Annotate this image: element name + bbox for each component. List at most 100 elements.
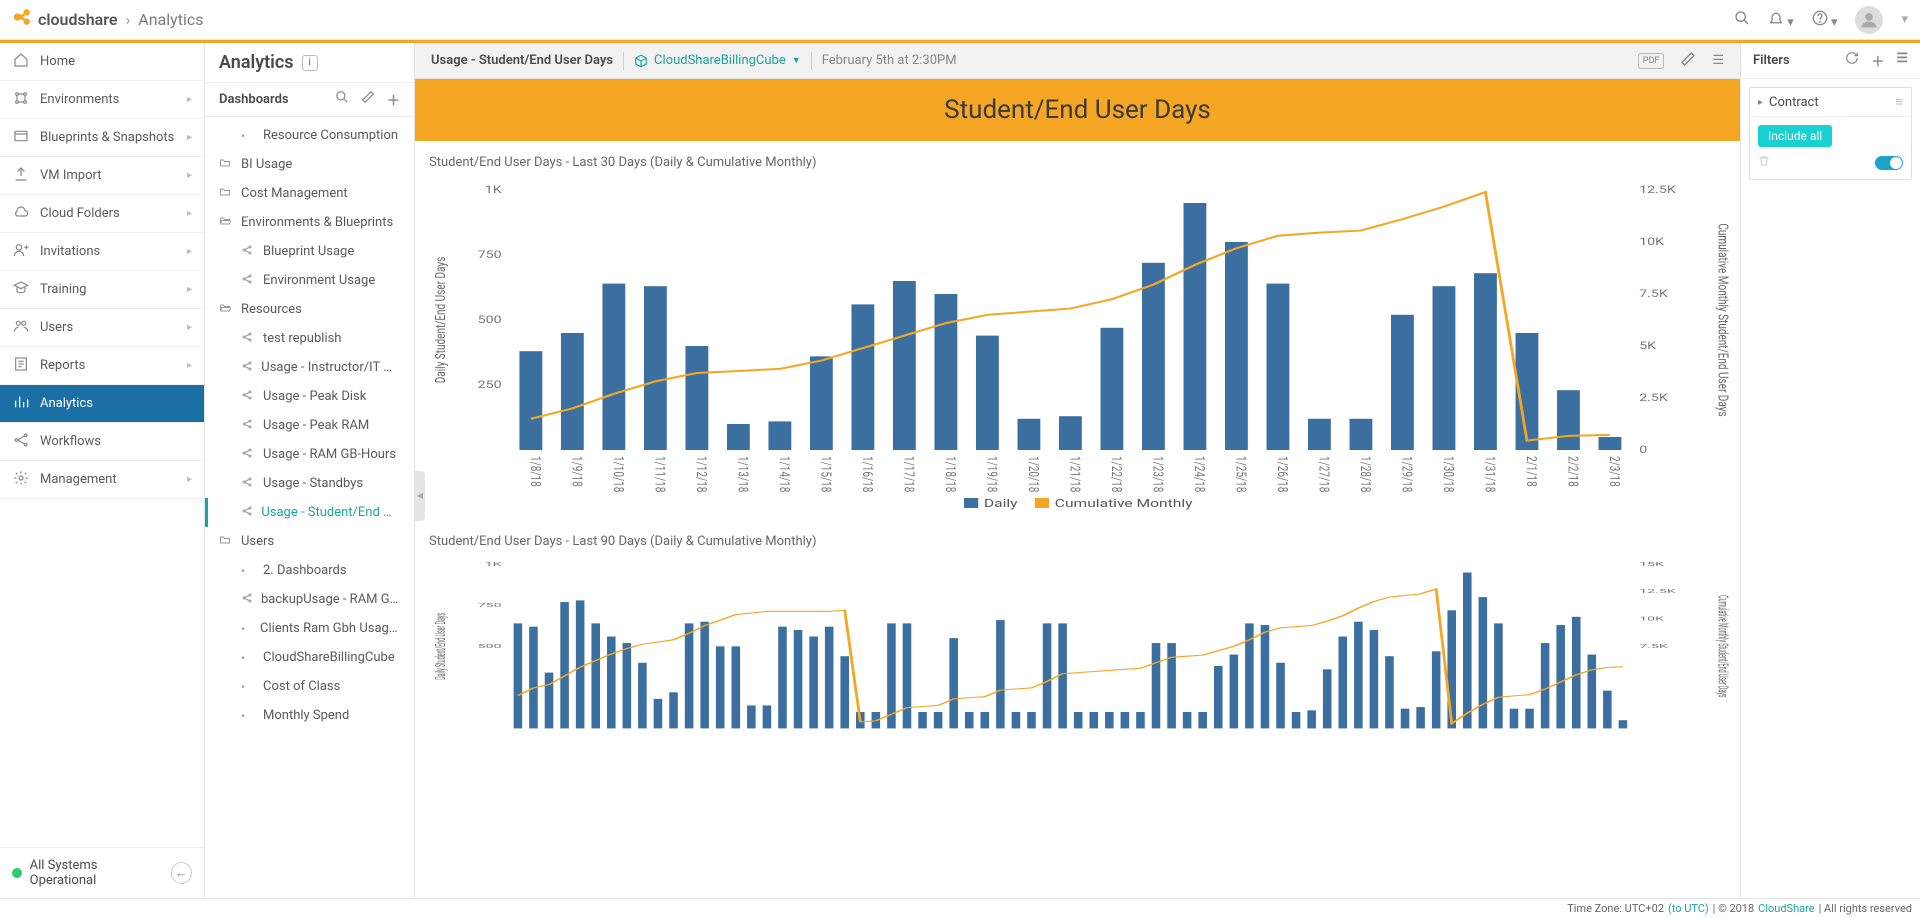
filter-contract: ▸ Contract ≡ Include all	[1749, 87, 1912, 180]
nav-management[interactable]: Management▸	[0, 461, 204, 499]
user-avatar[interactable]	[1855, 6, 1883, 34]
share-icon	[241, 418, 255, 433]
brand-name: cloudshare	[38, 10, 117, 29]
cloud-icon	[12, 204, 30, 224]
tree-item[interactable]: •CloudShareBillingCube	[205, 643, 414, 672]
tree-item[interactable]: test republish	[205, 324, 414, 353]
nav-workflows[interactable]: Workflows	[0, 423, 204, 461]
analytics-icon	[12, 394, 30, 414]
training-icon	[12, 280, 30, 300]
nav-users[interactable]: Users▸	[0, 309, 204, 347]
tree-item[interactable]: •Monthly Spend	[205, 701, 414, 730]
edit-icon[interactable]	[1680, 51, 1696, 71]
tree-item[interactable]: Usage - Peak RAM	[205, 411, 414, 440]
filters-panel: Filters ＋ ☰ ▸ Contract ≡ Include all	[1740, 43, 1920, 898]
tree-item[interactable]: Blueprint Usage	[205, 237, 414, 266]
delete-icon[interactable]	[1758, 155, 1770, 171]
svg-text:1K: 1K	[485, 184, 502, 195]
filter-toggle[interactable]	[1875, 156, 1903, 170]
dashboard-toolbar: Usage - Student/End User Days CloudShare…	[415, 43, 1740, 79]
tree-item[interactable]: Usage - RAM GB-Hours	[205, 440, 414, 469]
tree-item[interactable]: Environments & Blueprints	[205, 208, 414, 237]
dashboard-banner: Student/End User Days	[415, 79, 1740, 141]
tree-item[interactable]: Usage - Student/End User...	[205, 498, 414, 527]
svg-text:Cumulative Monthly Student/End: Cumulative Monthly Student/End User Days	[1715, 223, 1730, 416]
top-header: cloudshare › Analytics ▾ ▾ ▾	[0, 0, 1920, 40]
nav-home[interactable]: Home	[0, 43, 204, 81]
include-all-pill[interactable]: Include all	[1758, 125, 1832, 147]
nav-invitations[interactable]: Invitations▸	[0, 233, 204, 271]
pdf-export[interactable]: PDF	[1638, 53, 1665, 69]
upload-icon	[12, 166, 30, 186]
filters-title: Filters	[1753, 53, 1790, 68]
tree-item[interactable]: Usage - Peak Disk	[205, 382, 414, 411]
nav-analytics[interactable]: Analytics	[0, 385, 204, 423]
collapse-nav-icon[interactable]: ←	[171, 862, 192, 884]
svg-text:1/31/18: 1/31/18	[1482, 456, 1498, 492]
filter-menu-icon[interactable]: ≡	[1895, 94, 1903, 110]
tree-item[interactable]: Resources	[205, 295, 414, 324]
nav-cloud-folders[interactable]: Cloud Folders▸	[0, 195, 204, 233]
chart-30-days: 2505007501K02.5K5K7.5K10K12.5KDaily Stud…	[425, 180, 1730, 520]
tree-item[interactable]: Users	[205, 527, 414, 556]
svg-text:750: 750	[478, 602, 502, 608]
chevron-right-icon: ▸	[187, 322, 192, 333]
edit-icon[interactable]	[361, 90, 375, 109]
nav-vm-import[interactable]: VM Import▸	[0, 157, 204, 195]
dot-icon: •	[241, 564, 255, 578]
system-status: All Systems Operational	[30, 858, 163, 888]
tree-item[interactable]: backupUsage - RAM GB-Hours	[205, 585, 414, 614]
svg-text:0: 0	[1639, 444, 1647, 455]
tree-item[interactable]: •Clients Ram Gbh Usage Report	[205, 614, 414, 643]
tree-item[interactable]: Environment Usage	[205, 266, 414, 295]
dashboard-content: ◀ Usage - Student/End User Days CloudSha…	[415, 43, 1740, 898]
svg-text:1/16/18: 1/16/18	[859, 456, 875, 492]
dot-icon: •	[241, 680, 255, 694]
tree-item[interactable]: •2. Dashboards	[205, 556, 414, 585]
tz-link[interactable]: (to UTC)	[1668, 902, 1709, 915]
logo[interactable]: cloudshare › Analytics	[12, 6, 203, 33]
share-icon	[241, 331, 255, 346]
add-icon[interactable]: ＋	[387, 90, 400, 109]
tree-item[interactable]: Usage - Instructor/IT User...	[205, 353, 414, 382]
logo-mark	[12, 6, 34, 33]
menu-icon[interactable]: ☰	[1896, 51, 1908, 70]
cube-selector[interactable]: CloudShareBillingCube ▼	[634, 53, 801, 68]
info-icon[interactable]: i	[302, 55, 318, 71]
section-title: Analytics	[219, 52, 294, 73]
nav-training[interactable]: Training▸	[0, 271, 204, 309]
dashboard-title: Usage - Student/End User Days	[431, 53, 613, 68]
tree-item[interactable]: BI Usage	[205, 150, 414, 179]
search-icon[interactable]	[1734, 10, 1750, 30]
search-icon[interactable]	[335, 90, 349, 109]
nav-reports[interactable]: Reports▸	[0, 347, 204, 385]
invite-icon	[12, 242, 30, 262]
collapse-handle[interactable]: ◀	[415, 471, 425, 521]
help-icon[interactable]: ▾	[1812, 10, 1838, 30]
chart2-title: Student/End User Days - Last 90 Days (Da…	[429, 534, 1730, 549]
svg-text:1/21/18: 1/21/18	[1067, 456, 1083, 492]
tree-item[interactable]: Usage - Standbys	[205, 469, 414, 498]
svg-text:15K: 15K	[1639, 561, 1664, 567]
add-icon[interactable]: ＋	[1871, 51, 1884, 70]
nav-environments[interactable]: Environments▸	[0, 81, 204, 119]
svg-text:1/26/18: 1/26/18	[1274, 456, 1290, 492]
svg-text:1/14/18: 1/14/18	[776, 456, 792, 492]
svg-text:12.5K: 12.5K	[1639, 588, 1676, 594]
brand-link[interactable]: CloudShare	[1758, 902, 1814, 915]
tree-item[interactable]: •Resource Consumption	[205, 121, 414, 150]
refresh-icon[interactable]	[1845, 51, 1859, 70]
svg-text:2.5K: 2.5K	[1639, 392, 1668, 403]
nav-blueprints-snapshots[interactable]: Blueprints & Snapshots▸	[0, 119, 204, 157]
last-updated: February 5th at 2:30PM	[822, 53, 957, 68]
svg-text:12.5K: 12.5K	[1639, 184, 1676, 195]
notifications-icon[interactable]: ▾	[1768, 10, 1794, 30]
menu-icon[interactable]: ☰	[1712, 53, 1724, 68]
svg-text:1K: 1K	[485, 561, 502, 567]
status-dot	[12, 868, 22, 878]
chevron-right-icon: ▸	[187, 360, 192, 371]
tree-item[interactable]: Cost Management	[205, 179, 414, 208]
reports-icon	[12, 356, 30, 376]
filter-header[interactable]: ▸ Contract ≡	[1750, 88, 1911, 117]
tree-item[interactable]: •Cost of Class	[205, 672, 414, 701]
